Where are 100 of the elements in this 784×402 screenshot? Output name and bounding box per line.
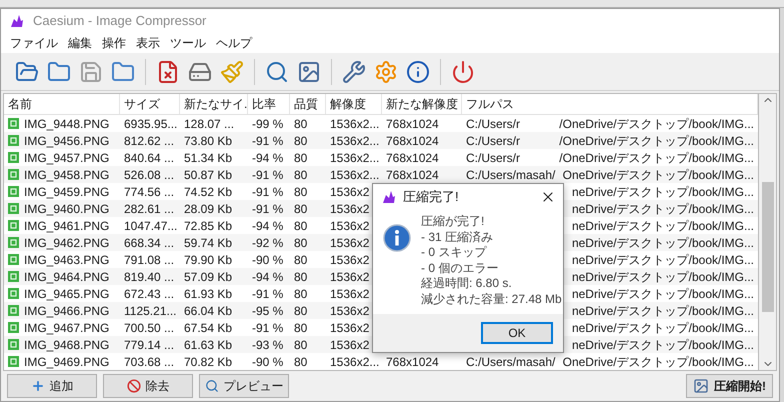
table-cell-text: 768x1024: [386, 116, 439, 132]
table-cell-text: -91 %: [252, 286, 284, 302]
table-cell-text: -94 %: [252, 150, 284, 166]
table-cell-text: /OneDrive/デスクトップ/book/IMG...: [559, 116, 754, 132]
column-header[interactable]: 解像度: [326, 94, 382, 114]
table-cell-text: C:/Users/r: [466, 150, 520, 166]
table-cell-text: 28.09 Kb: [184, 200, 232, 218]
scrollbar[interactable]: [759, 93, 777, 371]
table-cell-text: 700.50 ...: [124, 320, 174, 336]
table-cell-text: 61.63 Kb: [184, 336, 232, 354]
image-icon: [693, 378, 709, 394]
column-header[interactable]: 新たな解像度: [382, 94, 462, 114]
table-cell-text: 1536x2...: [330, 132, 380, 150]
file-icon: [8, 186, 19, 197]
table-cell-text: neDrive/デスクトップ/book/IMG...: [572, 336, 754, 354]
table-cell-text: C:/Users/masah/: [466, 354, 556, 370]
table-cell-text: 672.43 ...: [124, 286, 174, 302]
table-cell-text: 80: [294, 184, 308, 200]
table-cell-text: 768x1024: [386, 166, 439, 184]
column-header[interactable]: サイズ: [120, 94, 180, 114]
table-cell-text: IMG_9468.PNG: [24, 336, 110, 354]
table-cell-text: 72.85 Kb: [184, 218, 232, 234]
table-cell-text: 282.61 ...: [124, 200, 174, 218]
table-cell-text: IMG_9456.PNG: [24, 132, 110, 150]
file-icon: [8, 356, 19, 367]
preview-button[interactable]: プレビュー: [199, 374, 289, 398]
scroll-thumb[interactable]: [762, 182, 774, 312]
table-cell-text: IMG_9459.PNG: [24, 184, 110, 200]
table-cell-text: IMG_9462.PNG: [24, 234, 110, 252]
table-cell-text: 80: [294, 166, 308, 184]
menu-item[interactable]: 操作: [97, 34, 131, 52]
table-cell-text: 819.40 ...: [124, 268, 174, 286]
menu-item[interactable]: 表示: [131, 34, 165, 52]
open-folder-icon: [47, 60, 71, 84]
table-cell-text: IMG_9464.PNG: [24, 268, 110, 286]
table-cell-text: 80: [294, 336, 308, 354]
column-header[interactable]: 新たなサイ.: [180, 94, 248, 114]
app-logo-icon: [381, 189, 397, 205]
table-cell-text: 128.07 ...: [184, 116, 234, 132]
table-cell-text: 80: [294, 218, 308, 234]
column-header[interactable]: 名前: [4, 94, 120, 114]
table-cell-text: -93 %: [252, 336, 284, 354]
menu-item[interactable]: ツール: [165, 34, 211, 52]
table-cell-text: 1536x2: [330, 252, 370, 268]
file-icon: [8, 288, 19, 299]
table-cell-text: 1536x2...: [330, 354, 380, 370]
ok-button[interactable]: OK: [481, 322, 553, 344]
add-button[interactable]: 追加: [7, 374, 97, 398]
table-cell-text: 1536x2: [330, 286, 370, 302]
table-cell-text: -91 %: [252, 166, 284, 184]
table-cell-text: neDrive/デスクトップ/book/IMG...: [572, 268, 754, 286]
file-icon: [8, 152, 19, 163]
column-header[interactable]: 品質: [290, 94, 326, 114]
table-cell-text: neDrive/デスクトップ/book/IMG...: [572, 302, 754, 320]
table-cell-text: IMG_9463.PNG: [24, 252, 110, 268]
table-cell-text: 6935.95...: [124, 116, 178, 132]
table-cell-text: 768x1024: [386, 150, 439, 166]
table-cell-text: -99 %: [252, 116, 284, 132]
table-cell-text: neDrive/デスクトップ/book/IMG...: [572, 320, 754, 336]
table-cell-text: -95 %: [252, 302, 284, 320]
dialog-title: 圧縮完了!: [403, 188, 459, 206]
menu-item[interactable]: ファイル: [5, 34, 63, 52]
table-cell-text: IMG_9466.PNG: [24, 302, 110, 320]
table-cell-text: 80: [294, 286, 308, 302]
table-cell-text: IMG_9458.PNG: [24, 166, 110, 184]
table-cell-text: neDrive/デスクトップ/book/IMG...: [572, 234, 754, 252]
dialog-message-line: - 31 圧縮済み: [421, 230, 494, 245]
column-header[interactable]: フルパス: [462, 94, 758, 114]
table-cell-text: 1536x2: [330, 336, 370, 354]
column-header[interactable]: 比率: [248, 94, 290, 114]
table-cell-text: 80: [294, 150, 308, 166]
menu-item[interactable]: 編集: [63, 34, 97, 52]
table-cell-text: 74.52 Kb: [184, 184, 232, 200]
table-cell-text: 1536x2...: [330, 166, 380, 184]
file-icon: [8, 220, 19, 231]
remove-button[interactable]: 除去: [103, 374, 193, 398]
table-cell-text: 67.54 Kb: [184, 320, 232, 336]
file-icon: [8, 135, 19, 146]
clear-list-icon: [156, 60, 180, 84]
table-cell-text: IMG_9460.PNG: [24, 200, 110, 218]
table-cell-text: 768x1024: [386, 132, 439, 150]
table-cell-text: 526.08 ...: [124, 166, 174, 184]
search-icon: [265, 60, 289, 84]
table-cell-text: -94 %: [252, 268, 284, 286]
table-cell-text: -91 %: [252, 132, 284, 150]
table-cell-text: IMG_9467.PNG: [24, 320, 110, 336]
table-cell-text: 80: [294, 354, 308, 370]
compress-button[interactable]: 圧縮開始!: [686, 374, 773, 398]
menu-item[interactable]: ヘルプ: [211, 34, 257, 52]
table-cell-text: neDrive/デスクトップ/book/IMG...: [572, 184, 754, 200]
dialog-message-line: - 0 個のエラー: [421, 260, 500, 276]
dialog-message-line: - 0 スキップ: [421, 245, 488, 260]
table-cell-text: neDrive/デスクトップ/book/IMG...: [572, 218, 754, 234]
table-cell-text: 703.68 ...: [124, 354, 174, 370]
table-cell-text: 80: [294, 200, 308, 218]
power-icon: [451, 60, 475, 84]
file-icon: [8, 254, 19, 265]
dialog-message-line: 圧縮が完了!: [421, 214, 486, 230]
table-cell-text: 779.14 ...: [124, 336, 174, 354]
table-cell-text: 57.09 Kb: [184, 268, 232, 286]
